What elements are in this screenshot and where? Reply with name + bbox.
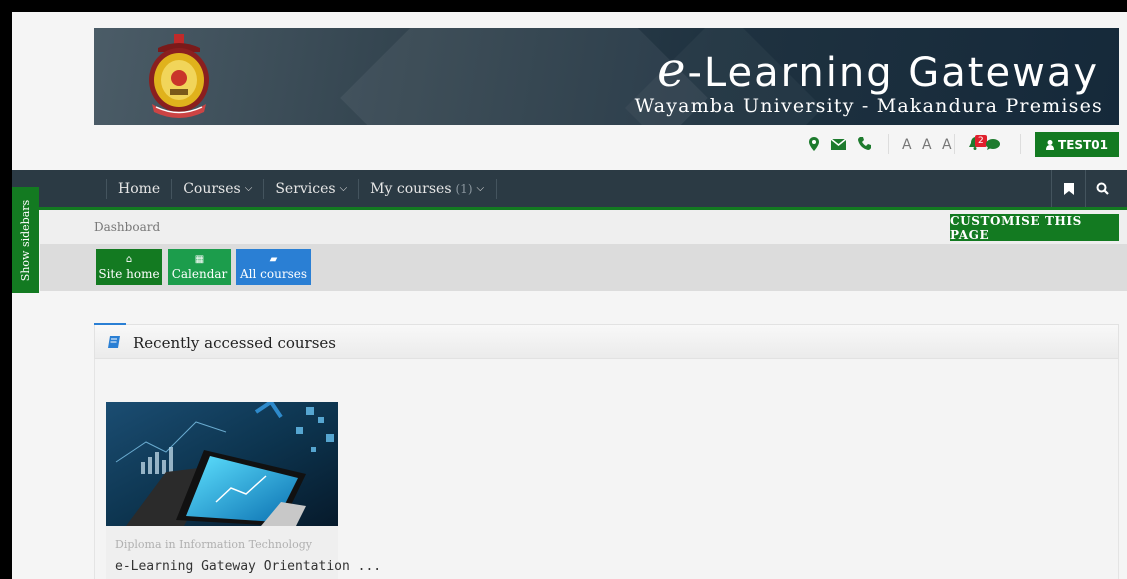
breadcrumb[interactable]: Dashboard — [94, 220, 160, 234]
header-accent — [94, 323, 126, 325]
divider — [888, 134, 889, 154]
notification-badge: 2 — [975, 135, 987, 147]
recent-courses-title: Recently accessed courses — [133, 334, 336, 352]
font-size-controls[interactable]: A A A — [902, 137, 955, 153]
home-icon: ⌂ — [125, 254, 133, 265]
bookmark-button[interactable] — [1051, 170, 1085, 207]
nav-courses[interactable]: Courses ⌵ — [171, 178, 263, 199]
site-title-e: e — [657, 42, 688, 98]
site-home-label: Site home — [98, 267, 160, 281]
site-title: e-Learning Gateway — [657, 42, 1099, 98]
envelope-icon[interactable] — [831, 139, 846, 150]
nav-my-courses-label: My courses — [370, 180, 452, 197]
search-icon — [1096, 182, 1109, 195]
user-menu-button[interactable]: TEST01 — [1035, 132, 1119, 157]
site-banner: e-Learning Gateway Wayamba University - … — [94, 28, 1119, 125]
chat-bubble-icon[interactable] — [986, 139, 1000, 150]
all-courses-button[interactable]: ▰ All courses — [236, 249, 311, 285]
calendar-icon: ▦ — [194, 254, 205, 265]
nav-services-label: Services — [275, 180, 336, 197]
course-card[interactable]: Diploma in Information Technology e-Lear… — [106, 402, 381, 579]
chevron-down-icon: ⌵ — [339, 183, 348, 194]
nav-home-label: Home — [118, 180, 161, 197]
nav-home[interactable]: Home — [106, 178, 171, 199]
site-home-button[interactable]: ⌂ Site home — [96, 249, 162, 285]
site-subtitle: Wayamba University - Makandura Premises — [634, 95, 1103, 117]
chevron-down-icon: ⌵ — [476, 183, 485, 194]
calendar-label: Calendar — [171, 267, 228, 281]
course-image[interactable] — [106, 402, 338, 526]
window-frame-left — [0, 0, 12, 579]
book-icon: ▰ — [269, 254, 278, 265]
all-courses-label: All courses — [240, 267, 307, 281]
divider — [1020, 134, 1021, 154]
nav-my-courses[interactable]: My courses (1) ⌵ — [358, 178, 498, 199]
nav-menu: Home Courses ⌵ Services ⌵ My courses (1) ⌵ — [106, 170, 498, 207]
user-icon — [1046, 139, 1055, 150]
chevron-down-icon: ⌵ — [244, 183, 253, 194]
university-seal-logo — [149, 34, 209, 118]
phone-icon[interactable] — [858, 137, 871, 150]
nav-courses-label: Courses — [183, 180, 241, 197]
book-icon — [108, 336, 120, 348]
window-frame-top — [0, 0, 1127, 12]
nav-my-courses-count: (1) — [455, 181, 473, 196]
user-name: TEST01 — [1058, 137, 1108, 152]
show-sidebars-toggle[interactable]: Show sidebars — [12, 187, 39, 293]
map-marker-icon[interactable] — [809, 137, 819, 151]
course-name-link[interactable]: e-Learning Gateway Orientation ... — [115, 559, 381, 574]
main-navbar: Home Courses ⌵ Services ⌵ My courses (1) ⌵ — [12, 170, 1127, 207]
show-sidebars-label: Show sidebars — [19, 199, 32, 281]
calendar-button[interactable]: ▦ Calendar — [168, 249, 231, 285]
utility-bar: A A A 2 TEST01 — [94, 128, 1119, 162]
course-category: Diploma in Information Technology — [115, 538, 312, 551]
nav-right-tools — [1051, 170, 1119, 207]
recent-courses-header: Recently accessed courses — [94, 323, 1119, 359]
notifications[interactable]: 2 — [967, 135, 1000, 153]
search-button[interactable] — [1085, 170, 1119, 207]
site-title-rest: -Learning Gateway — [687, 50, 1099, 96]
divider — [954, 134, 955, 154]
nav-services[interactable]: Services ⌵ — [263, 178, 358, 199]
customise-page-button[interactable]: CUSTOMISE THIS PAGE — [950, 214, 1119, 242]
bookmark-icon — [1063, 182, 1074, 195]
